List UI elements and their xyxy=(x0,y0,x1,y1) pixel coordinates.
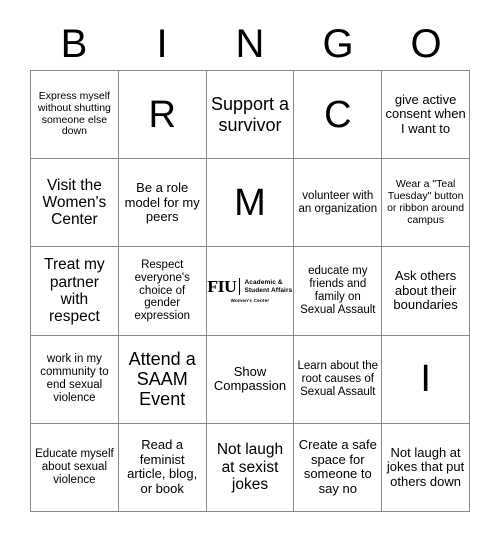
bingo-cell-text: Respect everyone's choice of gender expr… xyxy=(134,258,190,323)
bingo-cell[interactable]: Express myself without shutting someone … xyxy=(31,71,119,160)
bingo-cell[interactable]: Respect everyone's choice of gender expr… xyxy=(118,247,207,336)
fiu-logo: FIU Academic & Student Affairs Women's Cent… xyxy=(207,278,294,303)
bingo-cell-text: Not laugh at sexist jokes xyxy=(216,441,284,494)
bingo-cell-text: Educate myself about sexual violence xyxy=(35,448,114,486)
free-space-letter-text: R xyxy=(148,93,176,136)
bingo-cell[interactable]: Treat my partner with respect xyxy=(31,247,119,336)
bingo-cell-text: Create a safe space for someone to say n… xyxy=(298,437,377,496)
header-letter-g: G xyxy=(322,22,354,66)
bingo-cell[interactable]: volunteer with an organization xyxy=(294,159,383,248)
bingo-cell[interactable]: Create a safe space for someone to say n… xyxy=(294,423,383,512)
bingo-cell[interactable]: Not laugh at sexist jokes xyxy=(206,423,295,512)
fiu-department-line1: Academic & xyxy=(244,279,283,287)
bingo-cell-text: give active consent when I want to xyxy=(385,91,466,136)
bingo-cell-text: Support a survivor xyxy=(210,94,290,135)
header-letter-b: B xyxy=(60,22,88,66)
bingo-cell-text: educate my friends and family on Sexual … xyxy=(300,265,376,316)
free-space-letter-text: I xyxy=(420,358,431,401)
header-letter-i: I xyxy=(156,22,168,66)
bingo-cell-text: Show Compassion xyxy=(213,363,287,394)
bingo-cell[interactable]: work in my community to end sexual viole… xyxy=(31,335,119,424)
bingo-cell[interactable]: Visit the Women's Center xyxy=(31,159,119,248)
bingo-cell-text: Treat my partner with respect xyxy=(44,256,105,326)
fiu-department: Academic & Student Affairs xyxy=(244,279,292,294)
bingo-cell-text: Wear a "Teal Tuesday" button or ribbon a… xyxy=(387,178,465,226)
bingo-cell[interactable]: give active consent when I want to xyxy=(382,71,470,160)
bingo-cell[interactable]: Attend a SAAM Event xyxy=(118,335,207,424)
bingo-cell[interactable]: Educate myself about sexual violence xyxy=(31,423,119,512)
bingo-cell-text: Express myself without shutting someone … xyxy=(37,90,111,138)
bingo-free-space-letter[interactable]: I xyxy=(382,335,470,424)
bingo-cell[interactable]: Learn about the root causes of Sexual As… xyxy=(294,335,383,424)
fiu-wordmark: FIU xyxy=(206,277,237,297)
bingo-cell[interactable]: educate my friends and family on Sexual … xyxy=(294,247,383,336)
bingo-cell-text: volunteer with an organization xyxy=(298,189,378,215)
bingo-card: B I N G O Express myself without shuttin… xyxy=(0,0,500,544)
fiu-logo-main: FIU Academic & Student Affairs xyxy=(206,277,293,297)
bingo-free-space-logo[interactable]: FIU Academic & Student Affairs Women's Cent… xyxy=(206,247,295,336)
bingo-cell[interactable]: Show Compassion xyxy=(206,335,295,424)
bingo-cell-text: Attend a SAAM Event xyxy=(128,348,196,410)
bingo-cell[interactable]: Read a feminist article, blog, or book xyxy=(118,423,207,512)
bingo-header: B I N G O xyxy=(30,18,470,70)
bingo-cell-text: Learn about the root causes of Sexual As… xyxy=(297,359,379,398)
bingo-cell-text: Be a role model for my peers xyxy=(124,179,200,225)
free-space-letter-text: C xyxy=(324,93,352,136)
fiu-department-line2: Student Affairs xyxy=(244,286,293,294)
bingo-cell-text: Ask others about their boundaries xyxy=(393,268,458,313)
bingo-cell[interactable]: Wear a "Teal Tuesday" button or ribbon a… xyxy=(382,159,470,248)
bingo-cell[interactable]: Not laugh at jokes that put others down xyxy=(382,423,470,512)
bingo-cell-text: Read a feminist article, blog, or book xyxy=(127,437,198,496)
bingo-free-space-letter[interactable]: R xyxy=(118,71,207,160)
bingo-cell[interactable]: Be a role model for my peers xyxy=(118,159,207,248)
fiu-subunit: Women's Center xyxy=(230,298,270,304)
bingo-cell-text: Visit the Women's Center xyxy=(42,176,107,229)
bingo-cell[interactable]: Support a survivor xyxy=(206,71,295,160)
bingo-cell[interactable]: Ask others about their boundaries xyxy=(382,247,470,336)
bingo-cell-text: work in my community to end sexual viole… xyxy=(40,353,109,405)
bingo-cell-text: Not laugh at jokes that put others down xyxy=(386,444,465,489)
bingo-grid: Express myself without shutting someone … xyxy=(30,70,470,512)
header-letter-n: N xyxy=(235,22,265,66)
free-space-letter-text: M xyxy=(234,181,266,224)
bingo-free-space-letter[interactable]: C xyxy=(294,71,383,160)
bingo-free-space-letter[interactable]: M xyxy=(206,159,295,248)
header-letter-o: O xyxy=(410,22,442,66)
